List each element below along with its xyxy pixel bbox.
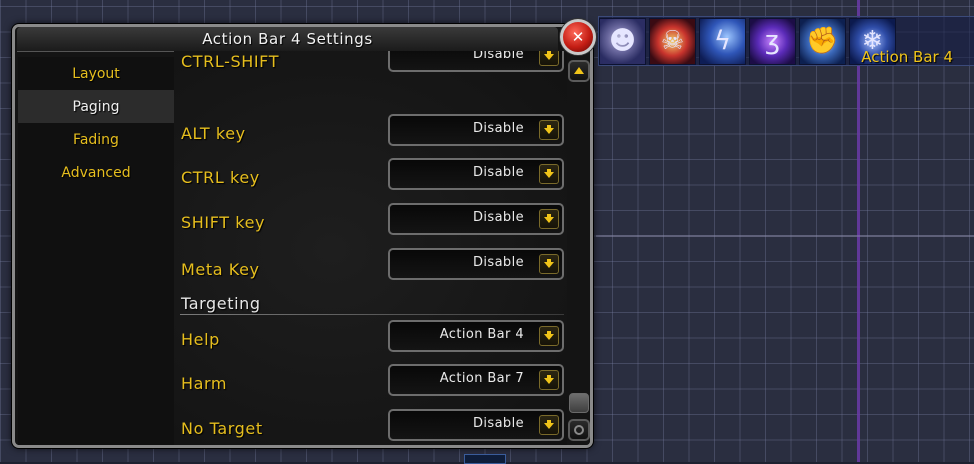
setting-label: CTRL-SHIFT: [181, 52, 280, 71]
window-titlebar[interactable]: Action Bar 4 Settings: [17, 27, 558, 52]
chevron-down-icon[interactable]: [539, 326, 559, 346]
action-button-4[interactable]: ʒ: [749, 17, 796, 65]
setting-row-meta-key: Meta Key Disable: [181, 248, 564, 288]
scroll-up-button[interactable]: [568, 60, 590, 82]
setting-label: Meta Key: [181, 260, 260, 279]
dropdown-value: Disable: [472, 121, 524, 136]
chevron-up-icon: [574, 67, 584, 74]
ctrl-key-dropdown[interactable]: Disable: [388, 158, 564, 190]
lightning-hand-icon: ϟ: [713, 26, 732, 56]
alt-key-dropdown[interactable]: Disable: [388, 114, 564, 146]
setting-label: No Target: [181, 419, 263, 438]
bottom-frame-tab: [464, 454, 506, 464]
sidebar-item-layout[interactable]: Layout: [18, 57, 174, 90]
dropdown-value: Action Bar 7: [439, 371, 524, 386]
chevron-down-icon[interactable]: [539, 415, 559, 435]
setting-row-ctrl-key: CTRL key Disable: [181, 158, 564, 198]
fist-icon: ✊: [806, 26, 839, 56]
settings-scrollbar[interactable]: [567, 57, 590, 445]
setting-row-no-target: No Target Disable: [181, 409, 564, 445]
chevron-down-icon[interactable]: [539, 209, 559, 229]
setting-row-ctrl-shift: CTRL-SHIFT Disable: [181, 51, 564, 80]
window-title: Action Bar 4 Settings: [202, 30, 373, 48]
chevron-down-icon[interactable]: [539, 164, 559, 184]
setting-label: ALT key: [181, 124, 246, 143]
action-button-3[interactable]: ϟ: [699, 17, 746, 65]
arcane-swirl-icon: ʒ: [764, 26, 781, 56]
chevron-down-icon[interactable]: [539, 120, 559, 140]
action-button-5[interactable]: ✊: [799, 17, 846, 65]
sidebar-item-advanced[interactable]: Advanced: [18, 156, 174, 189]
close-icon: ✕: [560, 19, 596, 55]
settings-sidebar: Layout Paging Fading Advanced: [18, 57, 174, 445]
ctrl-shift-dropdown[interactable]: Disable: [388, 51, 564, 72]
setting-row-shift-key: SHIFT key Disable: [181, 203, 564, 243]
chevron-down-icon: [574, 425, 584, 435]
chevron-down-icon[interactable]: [539, 51, 559, 66]
dropdown-value: Disable: [472, 51, 524, 62]
setting-row-alt-key: ALT key Disable: [181, 114, 564, 154]
meta-key-dropdown[interactable]: Disable: [388, 248, 564, 280]
setting-row-help: Help Action Bar 4: [181, 320, 564, 360]
close-button[interactable]: ✕: [558, 17, 598, 57]
action-button-2[interactable]: ☠: [649, 17, 696, 65]
grid-horizontal-line: [596, 235, 974, 237]
action-bar-preview[interactable]: ☻ ☠ ϟ ʒ ✊ ❄ Action Bar 4: [598, 16, 974, 66]
no-target-dropdown[interactable]: Disable: [388, 409, 564, 441]
scroll-down-button[interactable]: [568, 419, 590, 441]
paging-settings-panel: CTRL-SHIFT Disable ALT key Disable CTRL …: [174, 51, 567, 445]
shift-key-dropdown[interactable]: Disable: [388, 203, 564, 235]
dropdown-value: Disable: [472, 165, 524, 180]
setting-label: CTRL key: [181, 168, 260, 187]
scrollbar-thumb[interactable]: [569, 393, 589, 413]
setting-label: Help: [181, 330, 220, 349]
dropdown-value: Disable: [472, 255, 524, 270]
dropdown-value: Disable: [472, 210, 524, 225]
setting-label: SHIFT key: [181, 213, 266, 232]
setting-row-harm: Harm Action Bar 7: [181, 364, 564, 404]
help-target-dropdown[interactable]: Action Bar 4: [388, 320, 564, 352]
section-divider: [180, 314, 564, 315]
sidebar-item-paging[interactable]: Paging: [18, 90, 174, 123]
action-bar-name-label: Action Bar 4: [861, 48, 953, 66]
chevron-down-icon[interactable]: [539, 254, 559, 274]
chevron-down-icon[interactable]: [539, 370, 559, 390]
section-header-targeting: Targeting: [181, 294, 261, 313]
dropdown-value: Disable: [472, 416, 524, 431]
grid-center-line: [857, 0, 860, 462]
skull-emblem-icon: ☠: [660, 26, 685, 56]
portrait-icon: ☻: [608, 26, 637, 56]
dropdown-value: Action Bar 4: [439, 327, 524, 342]
action-button-1[interactable]: ☻: [599, 17, 646, 65]
harm-target-dropdown[interactable]: Action Bar 7: [388, 364, 564, 396]
setting-label: Harm: [181, 374, 228, 393]
settings-window: Action Bar 4 Settings Layout Paging Fadi…: [12, 24, 593, 448]
sidebar-item-fading[interactable]: Fading: [18, 123, 174, 156]
